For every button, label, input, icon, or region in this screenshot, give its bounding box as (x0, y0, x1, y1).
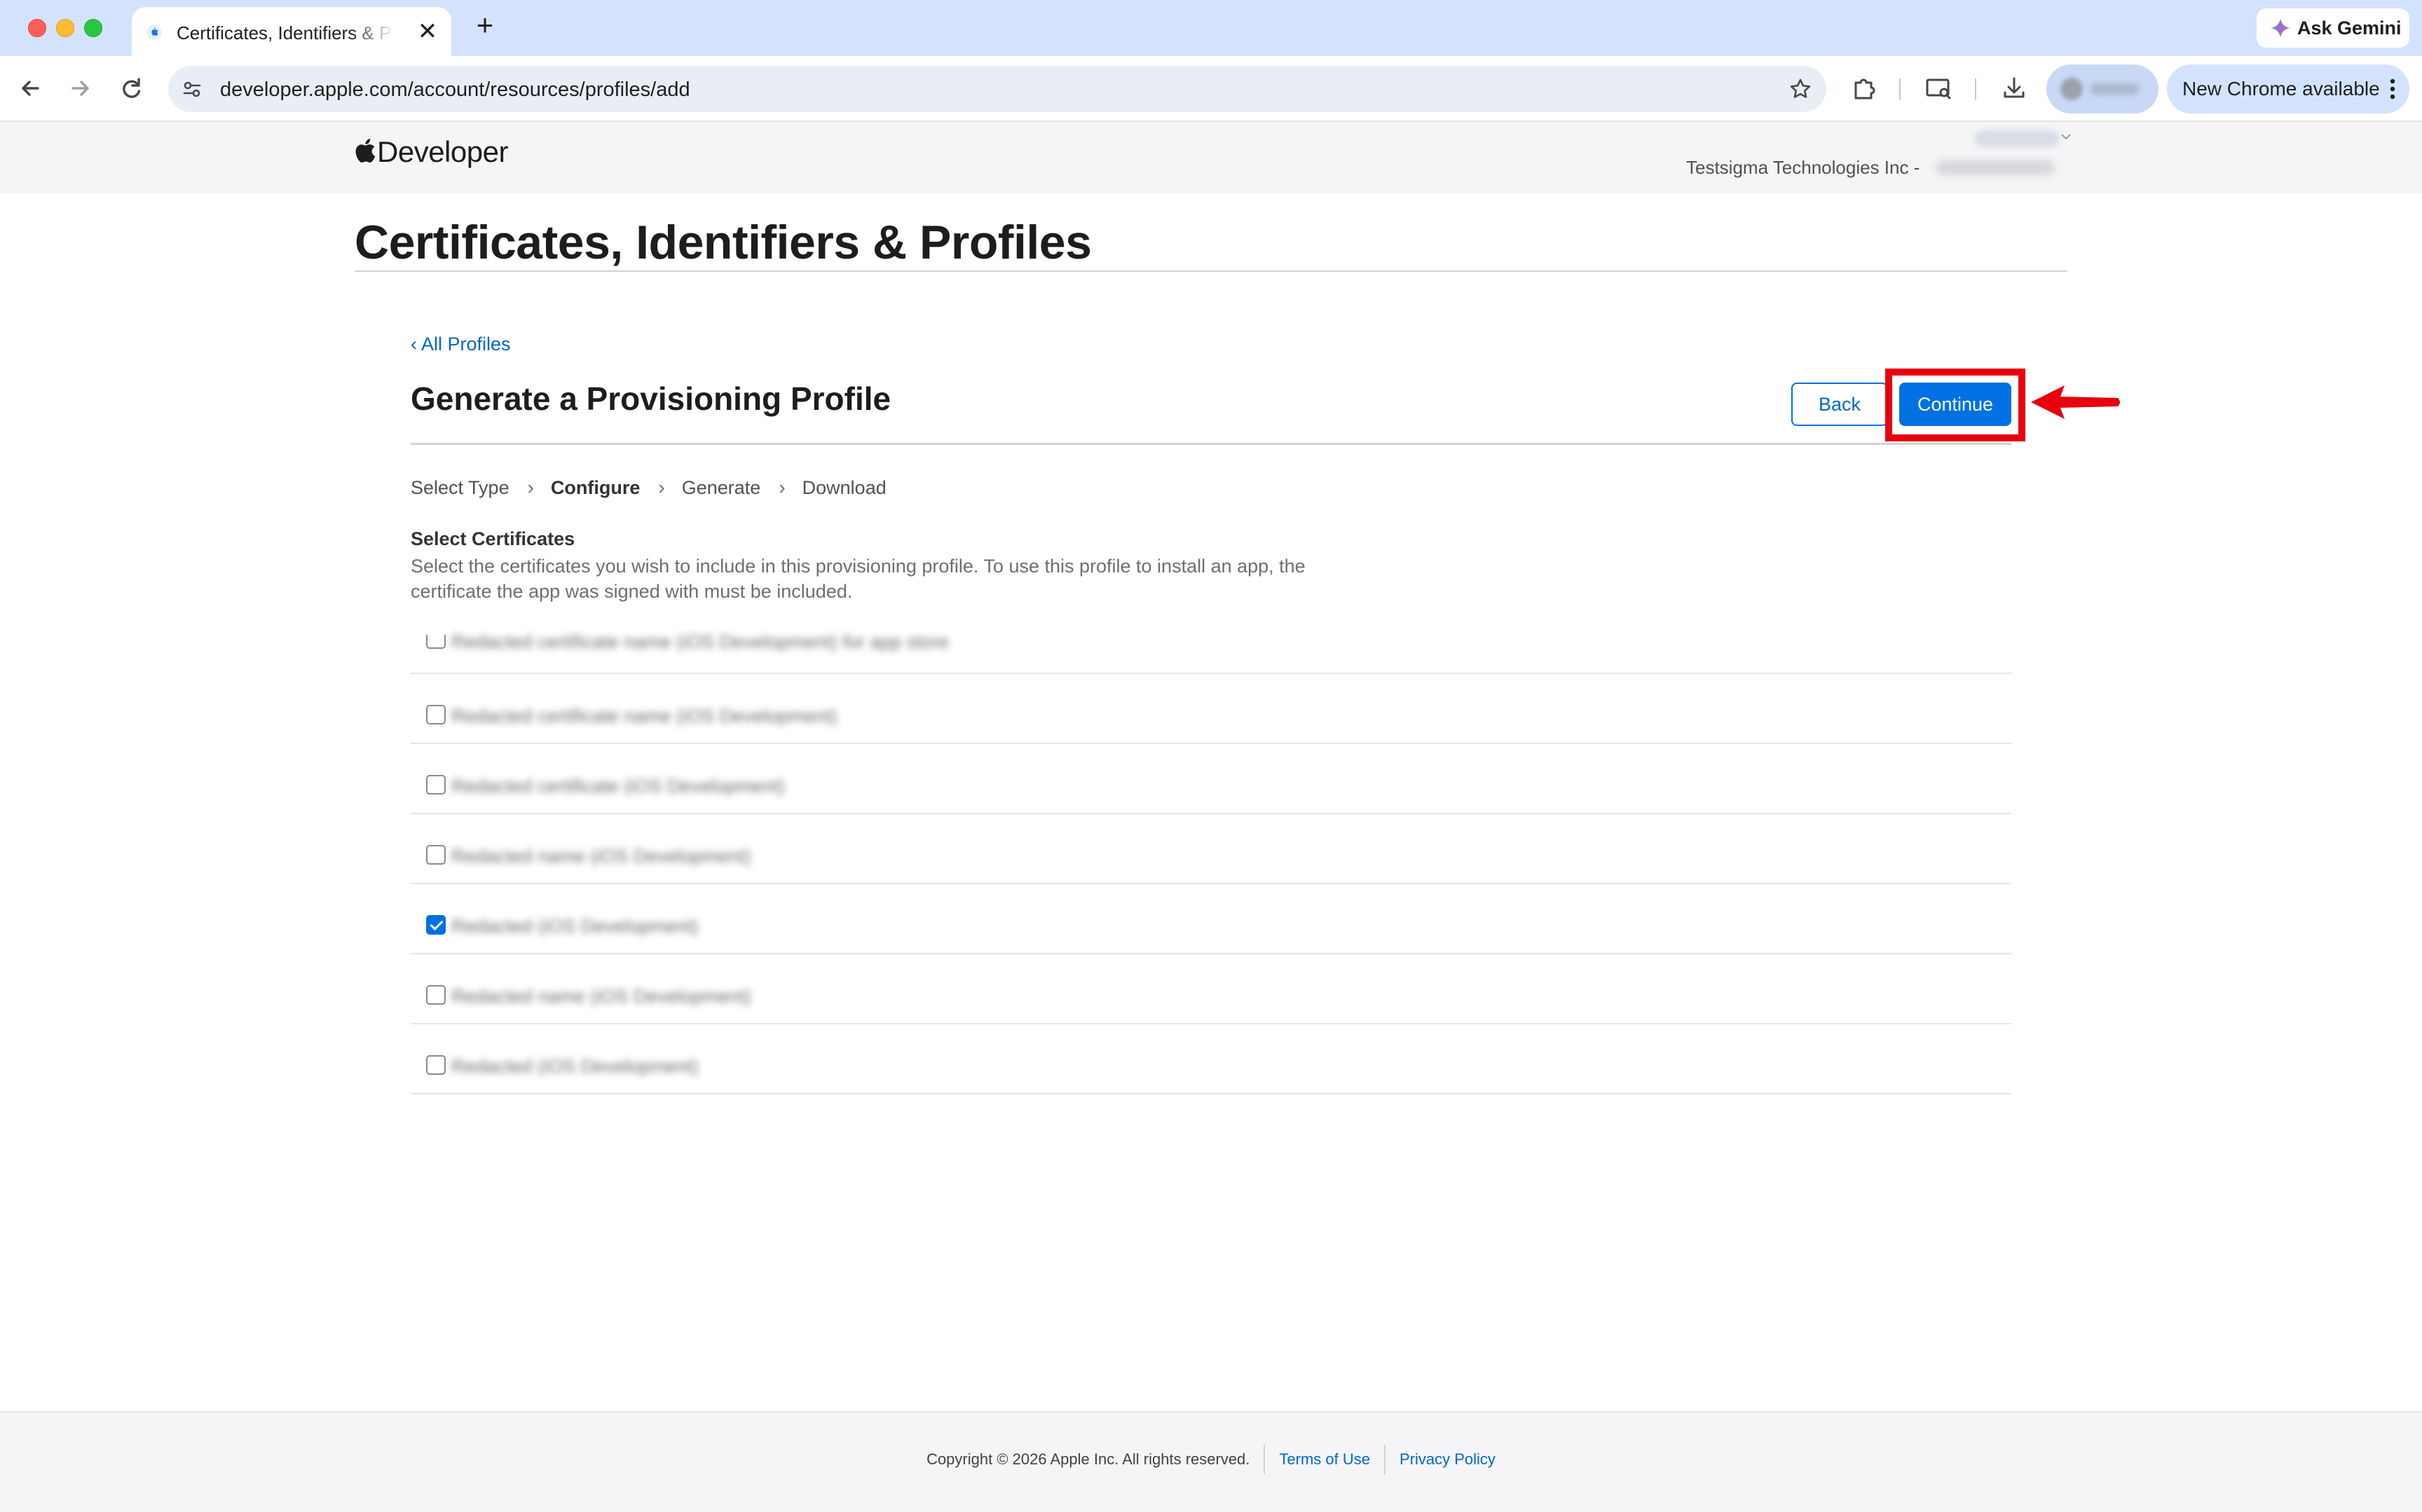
toolbar-divider (1975, 78, 1976, 99)
browser-tab-strip: Certificates, Identifiers & Profiles ✕ +… (0, 0, 2422, 56)
wizard-steps: Select Type › Configure › Generate › Dow… (411, 475, 887, 500)
list-item[interactable]: Redacted (iOS Development) (411, 884, 2011, 954)
annotation-highlight-box (1885, 369, 2025, 441)
all-profiles-link[interactable]: ‹ All Profiles (411, 332, 511, 356)
list-item[interactable]: Redacted name (iOS Development) (411, 954, 2011, 1024)
certificate-label: Redacted certificate (iOS Development) (451, 776, 785, 797)
copyright-text: Copyright © 2026 Apple Inc. All rights r… (926, 1450, 1250, 1468)
certificate-checkbox[interactable] (426, 635, 446, 649)
step-select-type: Select Type (411, 476, 509, 498)
reload-icon[interactable] (115, 71, 149, 105)
step-chevron-icon: › (527, 476, 534, 498)
cast-icon[interactable] (1923, 73, 1954, 104)
page-footer: Copyright © 2026 Apple Inc. All rights r… (0, 1411, 2422, 1512)
download-icon[interactable] (1999, 73, 2030, 104)
list-item[interactable]: Redacted name (iOS Development) (411, 814, 2011, 884)
terms-of-use-link[interactable]: Terms of Use (1279, 1449, 1370, 1470)
team-id-redacted (1936, 160, 2055, 175)
list-item[interactable]: Redacted certificate name (iOS Developme… (411, 604, 2011, 674)
window-minimize-button[interactable] (56, 19, 74, 37)
step-generate: Generate (681, 476, 761, 498)
browser-toolbar: developer.apple.com/account/resources/pr… (0, 56, 2422, 122)
certificate-checkbox[interactable] (426, 1055, 446, 1075)
developer-header: Developer Testsigma Technologies Inc - (0, 122, 2422, 193)
title-divider (355, 270, 2067, 272)
browser-tab-active[interactable]: Certificates, Identifiers & Profiles ✕ (132, 7, 451, 56)
certificate-label: Redacted name (iOS Development) (451, 846, 751, 867)
site-settings-icon[interactable] (181, 78, 203, 100)
section-title: Generate a Provisioning Profile (411, 380, 891, 417)
forward-arrow-icon[interactable] (63, 71, 97, 105)
apple-logo-icon (355, 138, 376, 167)
close-tab-icon[interactable]: ✕ (416, 20, 439, 43)
avatar (2060, 78, 2083, 100)
back-arrow-icon[interactable] (14, 71, 48, 105)
toolbar-divider (1899, 78, 1901, 99)
list-item[interactable]: Redacted (iOS Development) (411, 1024, 2011, 1094)
developer-logo-text: Developer (377, 135, 508, 168)
step-configure: Configure (550, 476, 641, 498)
kebab-menu-icon[interactable] (2387, 76, 2398, 102)
extensions-icon[interactable] (1849, 73, 1880, 104)
chevron-down-icon[interactable] (2060, 129, 2072, 145)
team-name: Testsigma Technologies Inc - (1686, 157, 1920, 178)
certificate-label: Redacted name (iOS Development) (451, 986, 751, 1007)
update-label: New Chrome available (2182, 78, 2380, 99)
ask-gemini-button[interactable]: Ask Gemini (2257, 8, 2409, 48)
page-title: Certificates, Identifiers & Profiles (355, 216, 1092, 269)
footer-divider (1384, 1445, 1386, 1474)
certificate-checkbox[interactable] (426, 775, 446, 795)
certificate-checkbox[interactable] (426, 985, 446, 1005)
certificate-checkbox[interactable] (426, 705, 446, 724)
step-download: Download (802, 476, 887, 498)
section-divider (411, 443, 2011, 445)
certificate-label: Redacted (iOS Development) (451, 1056, 699, 1077)
window-zoom-button[interactable] (84, 19, 102, 37)
url-text: developer.apple.com/account/resources/pr… (220, 78, 690, 101)
list-item[interactable]: Redacted certificate name (iOS Developme… (411, 674, 2011, 744)
back-button[interactable]: Back (1791, 383, 1888, 426)
new-tab-button[interactable]: + (472, 11, 498, 40)
certificate-checkbox-checked[interactable] (426, 915, 446, 935)
certificates-description: Select the certificates you wish to incl… (411, 556, 1306, 602)
certificate-label: Redacted (iOS Development) (451, 916, 699, 937)
certificate-label: Redacted certificate name (iOS Developme… (451, 706, 837, 727)
red-arrow-icon (2028, 380, 2123, 425)
step-chevron-icon: › (779, 476, 786, 498)
ask-gemini-label: Ask Gemini (2297, 18, 2402, 39)
tab-title: Certificates, Identifiers & Profiles (177, 22, 394, 43)
certificates-heading: Select Certificates (411, 528, 575, 549)
developer-logo[interactable]: Developer (355, 135, 508, 170)
window-close-button[interactable] (28, 19, 46, 37)
gemini-sparkle-icon (2269, 17, 2292, 39)
address-bar[interactable]: developer.apple.com/account/resources/pr… (168, 66, 1826, 112)
list-item[interactable]: Redacted certificate (iOS Development) (411, 744, 2011, 814)
bookmark-star-icon[interactable] (1788, 77, 1812, 101)
profile-button[interactable] (2046, 64, 2158, 114)
certificate-checkbox[interactable] (426, 845, 446, 865)
profile-name-redacted (2090, 83, 2139, 95)
apple-favicon-icon (146, 24, 163, 41)
step-chevron-icon: › (658, 476, 665, 498)
certificate-label: Redacted certificate name (iOS Developme… (451, 631, 949, 652)
chrome-update-button[interactable]: New Chrome available (2167, 64, 2409, 114)
account-name-redacted[interactable] (1975, 130, 2059, 147)
footer-divider (1264, 1445, 1266, 1474)
privacy-policy-link[interactable]: Privacy Policy (1400, 1449, 1496, 1470)
